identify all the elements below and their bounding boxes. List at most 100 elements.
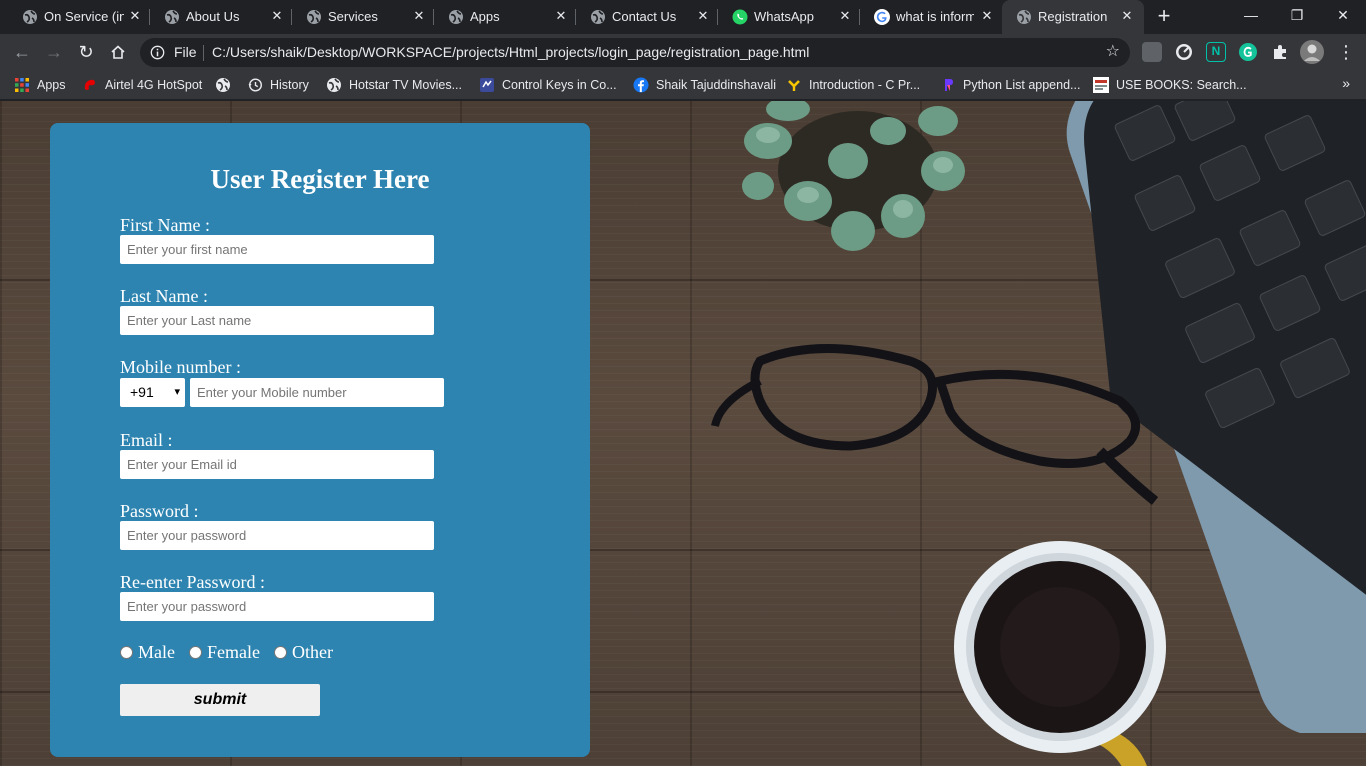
- extension-square-icon[interactable]: [1142, 42, 1162, 62]
- site-icon: [1093, 77, 1109, 93]
- reenter-password-label: Re-enter Password :: [120, 572, 265, 592]
- password-input[interactable]: [120, 521, 434, 550]
- bookmark-apps[interactable]: Apps: [14, 75, 66, 95]
- url-scheme-label: File: [174, 44, 197, 60]
- close-tab-icon[interactable]: ✕: [1119, 8, 1135, 24]
- bookmark-hotstar[interactable]: Hotstar TV Movies...: [326, 75, 462, 95]
- gender-option-other[interactable]: Other: [273, 641, 333, 663]
- radio-button[interactable]: [120, 645, 133, 659]
- bookmark-control-keys[interactable]: Control Keys in Co...: [479, 75, 617, 95]
- reload-icon[interactable]: ↻: [72, 38, 100, 66]
- tab-google-search[interactable]: what is inform ✕: [860, 0, 1002, 34]
- bookmark-label: Airtel 4G HotSpot: [105, 78, 203, 92]
- background-coffee-cup-image: [954, 541, 1166, 766]
- close-tab-icon[interactable]: ✕: [127, 8, 143, 24]
- globe-icon: [591, 10, 605, 24]
- info-icon[interactable]: [150, 45, 165, 60]
- country-code-value: +91: [130, 384, 154, 400]
- url-text[interactable]: C:/Users/shaik/Desktop/WORKSPACE/project…: [212, 44, 809, 61]
- last-name-input[interactable]: [120, 306, 434, 335]
- bookmark-globe[interactable]: [215, 75, 238, 95]
- globe-icon: [1017, 10, 1031, 24]
- gender-label: Other: [291, 641, 333, 662]
- gender-option-female[interactable]: Female: [188, 642, 260, 663]
- background-glasses-image: [711, 344, 1159, 505]
- gender-option-male[interactable]: Male: [120, 642, 175, 663]
- submit-button[interactable]: submit: [120, 684, 320, 716]
- tab-title: Apps: [470, 9, 500, 24]
- close-tab-icon[interactable]: ✕: [837, 8, 853, 24]
- tab-about-us[interactable]: About Us ✕: [150, 0, 292, 34]
- grammarly-icon[interactable]: [1238, 42, 1258, 62]
- background-plant-image: [742, 101, 965, 251]
- site-icon: [480, 78, 494, 92]
- globe-icon: [327, 78, 341, 92]
- back-icon[interactable]: ←: [8, 38, 36, 66]
- reenter-password-input[interactable]: [120, 592, 434, 621]
- tab-apps[interactable]: Apps ✕: [434, 0, 576, 34]
- bookmark-label: Hotstar TV Movies...: [349, 78, 462, 92]
- address-bar[interactable]: File C:/Users/shaik/Desktop/WORKSPACE/pr…: [140, 38, 1130, 67]
- radio-button[interactable]: [188, 645, 202, 659]
- restore-icon[interactable]: ❐: [1274, 0, 1320, 32]
- facebook-icon: [633, 77, 649, 93]
- tab-title: WhatsApp: [754, 9, 814, 24]
- globe-icon: [216, 78, 230, 92]
- tab-title: Services: [328, 9, 378, 24]
- speedometer-icon[interactable]: [1174, 42, 1194, 62]
- bookmark-label: Control Keys in Co...: [502, 78, 617, 92]
- chevron-down-icon: ▾: [174, 386, 180, 398]
- bookmark-label: Python List append...: [963, 78, 1081, 92]
- close-tab-icon[interactable]: ✕: [979, 8, 995, 24]
- tab-services[interactable]: Services ✕: [292, 0, 434, 34]
- url-divider: [203, 45, 204, 61]
- tab-whatsapp[interactable]: WhatsApp ✕: [718, 0, 860, 34]
- bookmark-label: Apps: [37, 78, 66, 92]
- forward-icon[interactable]: →: [40, 38, 68, 66]
- page-viewport: User Register Here First Name : Last Nam…: [0, 101, 1366, 766]
- bookmark-c-programming[interactable]: Introduction - C Pr...: [786, 75, 920, 95]
- tab-contact-us[interactable]: Contact Us ✕: [576, 0, 718, 34]
- tab-registration-active[interactable]: Registration pa ✕: [1002, 0, 1144, 34]
- mobile-number-input[interactable]: [190, 378, 444, 407]
- close-tab-icon[interactable]: ✕: [411, 8, 427, 24]
- bookmark-facebook[interactable]: Shaik Tajuddinshavali: [633, 75, 776, 95]
- close-window-icon[interactable]: ✕: [1320, 0, 1366, 32]
- puzzle-extensions-icon[interactable]: [1270, 42, 1290, 62]
- bookmark-python-list[interactable]: Python List append...: [940, 75, 1080, 95]
- google-icon: [874, 9, 890, 25]
- site-icon: [788, 80, 800, 91]
- minimize-icon[interactable]: —: [1228, 0, 1274, 32]
- new-tab-button[interactable]: +: [1153, 5, 1175, 28]
- bookmark-star-icon[interactable]: ☆: [1106, 43, 1120, 61]
- tab-strip: On Service (inc ✕ About Us ✕ Services ✕ …: [0, 0, 1366, 34]
- first-name-input[interactable]: [120, 235, 434, 264]
- bookmark-label: History: [270, 78, 309, 92]
- country-code-select[interactable]: +91 ▾: [120, 378, 185, 407]
- password-label: Password :: [120, 501, 199, 521]
- email-input[interactable]: [120, 450, 434, 479]
- tab-title: On Service (inc: [44, 9, 124, 24]
- bookmark-history[interactable]: History: [247, 75, 309, 95]
- mobile-number-label: Mobile number :: [120, 357, 241, 377]
- profile-avatar[interactable]: [1300, 40, 1324, 64]
- tab-on-service[interactable]: On Service (inc ✕: [8, 0, 150, 34]
- close-tab-icon[interactable]: ✕: [553, 8, 569, 24]
- n-extension-icon[interactable]: N: [1206, 42, 1226, 62]
- whatsapp-icon: [732, 9, 748, 25]
- form-title: User Register Here: [210, 164, 430, 194]
- last-name-label: Last Name :: [120, 286, 208, 306]
- globe-icon: [165, 10, 179, 24]
- menu-kebab-icon[interactable]: ⋮: [1332, 38, 1360, 66]
- close-tab-icon[interactable]: ✕: [269, 8, 285, 24]
- bookmark-label: Shaik Tajuddinshavali: [656, 78, 776, 92]
- radio-button[interactable]: [273, 645, 287, 659]
- home-icon[interactable]: [104, 38, 132, 66]
- close-tab-icon[interactable]: ✕: [695, 8, 711, 24]
- tab-title: About Us: [186, 9, 240, 24]
- gender-radio-group: Male Female Other: [120, 641, 347, 663]
- bookmark-use-books[interactable]: USE BOOKS: Search...: [1093, 75, 1247, 95]
- apps-grid-icon: [15, 78, 29, 92]
- bookmark-airtel[interactable]: Airtel 4G HotSpot: [82, 75, 202, 95]
- bookmarks-overflow-icon[interactable]: »: [1342, 75, 1350, 91]
